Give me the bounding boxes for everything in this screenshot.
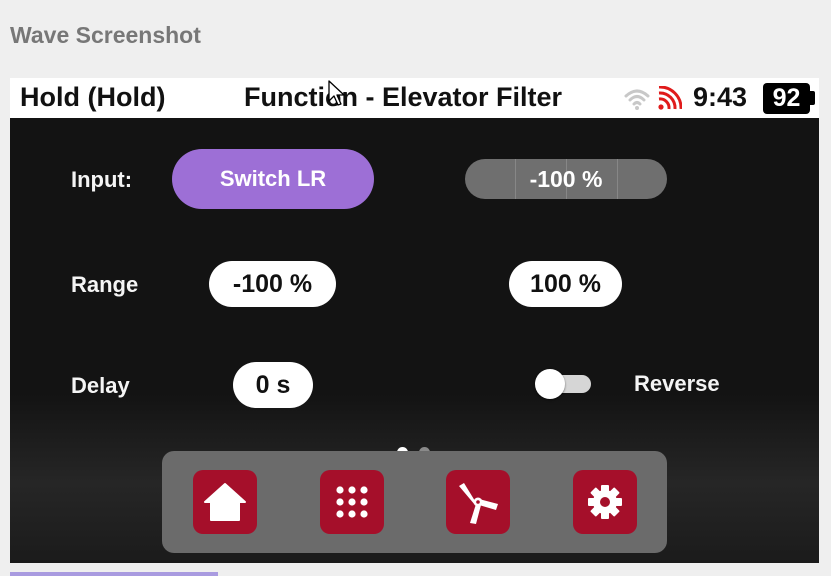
home-icon [204,483,246,521]
clock: 9:43 [693,82,748,112]
settings-button[interactable] [573,470,637,534]
reverse-label: Reverse [634,371,720,396]
home-button[interactable] [193,470,257,534]
apps-grid-icon [336,486,368,518]
function-screen: Input: Switch LR -100 % Range -100 % 100… [10,118,819,563]
mouse-cursor-icon [328,80,345,106]
battery-indicator: 92 [763,83,810,114]
next-window-edge [10,572,218,576]
reverse-toggle[interactable] [535,369,592,399]
battery-cap [810,91,815,105]
bottom-dock [162,451,667,553]
wifi-icon [624,89,650,110]
input-value-bar: -100 % [465,159,667,199]
range-min-field[interactable]: -100 % [209,261,336,307]
radio-display: Hold (Hold) Function - Elevator Filter 9… [10,78,819,563]
function-title: Function - Elevator Filter [244,82,563,112]
signal-icon [658,86,682,110]
input-value: -100 % [529,166,603,192]
status-bar: Hold (Hold) Function - Elevator Filter 9… [10,78,819,118]
delay-label: Delay [71,373,130,398]
input-label: Input: [71,167,133,192]
delay-field[interactable]: 0 s [233,362,313,408]
range-max-field[interactable]: 100 % [509,261,622,307]
propeller-icon [459,483,498,524]
flight-mode-label[interactable]: Hold (Hold) [20,82,165,113]
model-button[interactable] [446,470,510,534]
toggle-knob [535,369,565,399]
gear-icon [588,485,622,519]
input-source-button[interactable]: Switch LR [172,149,374,209]
range-label: Range [71,272,139,297]
apps-button[interactable] [320,470,384,534]
window-title: Wave Screenshot [10,22,201,48]
